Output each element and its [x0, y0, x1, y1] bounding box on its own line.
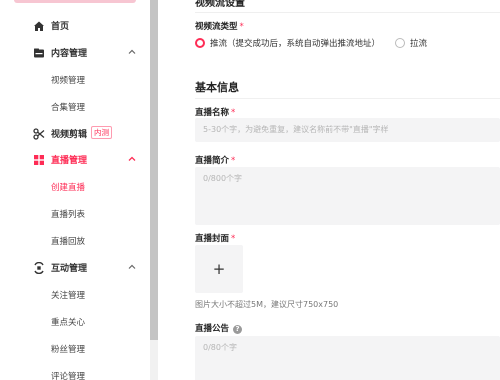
sidebar-subitem-fans-management[interactable]: 粉丝管理 [0, 335, 150, 362]
live-name-label: 直播名称 * [195, 108, 236, 118]
live-intro-textarea[interactable]: 0/800个字 [195, 167, 500, 225]
interaction-icon [32, 261, 45, 274]
stream-settings-title: 视频流设置 [195, 0, 245, 9]
app-window: 首页 内容管理 视频管理 合集管理 视频剪辑 内测 直播管理 创建直播 直播列表… [0, 0, 500, 380]
sidebar-subitem-follow-management[interactable]: 关注管理 [0, 281, 150, 308]
live-cover-label: 直播封面 * [195, 234, 236, 244]
chevron-up-icon[interactable] [127, 262, 137, 272]
live-intro-label: 直播简介 * [195, 156, 236, 166]
sidebar-subitem-video-management[interactable]: 视频管理 [0, 66, 150, 93]
basic-info-title: 基本信息 [195, 81, 239, 94]
live-notice-textarea[interactable]: 0/80个字 [195, 336, 500, 380]
sidebar-scrollbar-thumb[interactable] [150, 0, 158, 340]
push-stream-radio[interactable] [195, 38, 205, 48]
sidebar-subitem-live-replay[interactable]: 直播回放 [0, 227, 150, 254]
pull-stream-radio[interactable] [395, 38, 406, 48]
content-folder-icon [32, 46, 45, 59]
sidebar-item-label: 内容管理 [51, 49, 88, 59]
chevron-up-icon[interactable] [127, 47, 137, 57]
sidebar-subitem-create-live[interactable]: 创建直播 [0, 173, 150, 200]
divider [195, 98, 500, 99]
sidebar-item-video-editing[interactable]: 视频剪辑 内测 [0, 120, 150, 147]
sidebar: 首页 内容管理 视频管理 合集管理 视频剪辑 内测 直播管理 创建直播 直播列表… [0, 0, 150, 380]
cover-size-hint: 图片大小不超过5M，建议尺寸750x750 [195, 300, 339, 309]
push-stream-label[interactable]: 推流（提交成功后，系统自动弹出推流地址） [210, 37, 380, 49]
beta-badge: 内测 [91, 126, 112, 139]
sidebar-subitem-live-list[interactable]: 直播列表 [0, 200, 150, 227]
stream-type-label: 视频流类型 * [195, 22, 244, 32]
create-live-form: 视频流设置 视频流类型 * 推流（提交成功后，系统自动弹出推流地址） 拉流 基本信… [158, 0, 500, 380]
stream-type-options: 推流（提交成功后，系统自动弹出推流地址） 拉流 [195, 37, 427, 49]
plus-icon: + [212, 260, 226, 278]
divider [195, 12, 500, 13]
scissors-icon [32, 127, 45, 140]
sidebar-subitem-key-concern[interactable]: 重点关心 [0, 308, 150, 335]
sidebar-item-live-management[interactable]: 直播管理 [0, 146, 150, 173]
sidebar-item-label: 互动管理 [51, 264, 88, 274]
sidebar-top-accent [14, 0, 136, 3]
live-notice-label: 直播公告? [195, 322, 243, 334]
sidebar-subitem-collection-management[interactable]: 合集管理 [0, 93, 150, 120]
sidebar-item-home[interactable]: 首页 [0, 12, 150, 39]
live-name-input[interactable]: 5-30个字，为避免重复，建议名称前不带"直播"字样 [195, 118, 500, 142]
help-icon[interactable]: ? [233, 325, 243, 334]
sidebar-item-label: 直播管理 [51, 156, 88, 166]
home-icon [32, 19, 45, 32]
chevron-up-icon[interactable] [127, 154, 137, 164]
pull-stream-label[interactable]: 拉流 [410, 37, 427, 49]
live-grid-icon [32, 153, 45, 166]
cover-upload-button[interactable]: + [195, 245, 243, 293]
sidebar-item-label: 视频剪辑 [51, 130, 88, 140]
sidebar-item-interaction[interactable]: 互动管理 [0, 254, 150, 281]
sidebar-item-label: 首页 [51, 22, 70, 32]
sidebar-item-content[interactable]: 内容管理 [0, 39, 150, 66]
sidebar-subitem-comment-management[interactable]: 评论管理 [0, 362, 150, 380]
